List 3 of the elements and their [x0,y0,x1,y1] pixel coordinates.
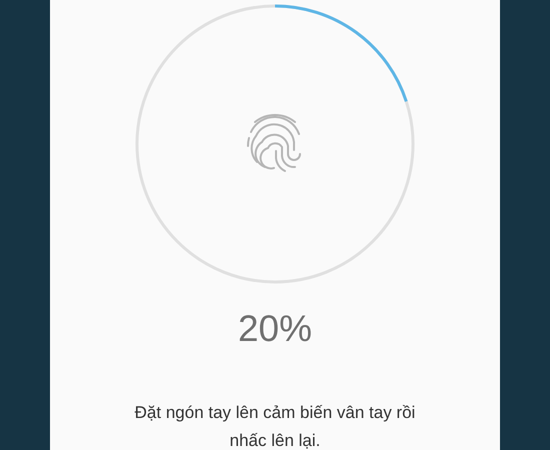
instruction-text: Đặt ngón tay lên cảm biến vân tay rồi nhấc lên lại. [134,402,416,450]
progress-percentage: 20% [238,310,312,347]
fingerprint-icon [247,114,301,172]
